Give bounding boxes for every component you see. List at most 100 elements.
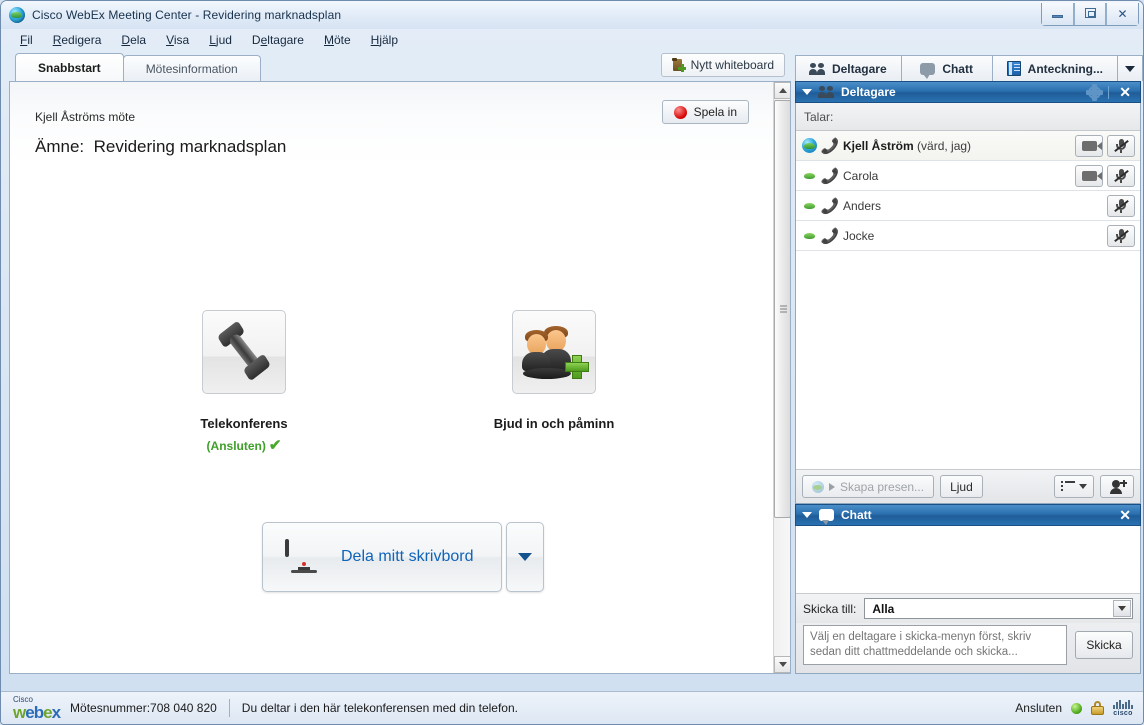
menu-item-dela[interactable]: Dela xyxy=(112,31,155,49)
notes-icon xyxy=(1006,61,1021,76)
panel-tab-anteckningar-label: Anteckning... xyxy=(1027,61,1103,76)
add-participant-button[interactable] xyxy=(1100,475,1134,498)
menu-item-fil[interactable]: Fil xyxy=(11,31,42,49)
globe-icon xyxy=(812,480,824,493)
participant-actions xyxy=(1075,164,1140,187)
minimize-button[interactable] xyxy=(1042,3,1074,25)
tab-motesinformation[interactable]: Mötesinformation xyxy=(122,55,261,81)
meeting-topic-label: Ämne: xyxy=(35,137,85,156)
tile-bjud-in[interactable]: Bjud in och påminn xyxy=(454,310,654,431)
globe-icon-placeholder xyxy=(802,228,817,243)
meeting-number: Mötesnummer:708 040 820 xyxy=(70,701,217,715)
list-view-button[interactable] xyxy=(1054,475,1094,498)
panel-tab-deltagare[interactable]: Deltagare xyxy=(794,55,902,81)
phone-icon: 📞 xyxy=(820,167,840,185)
lock-icon xyxy=(1091,701,1104,715)
window-controls[interactable]: ✕ xyxy=(1041,3,1139,26)
tile-telekonferens-label: Telekonferens xyxy=(200,416,288,431)
panel-tab-chatt-label: Chatt xyxy=(942,61,973,76)
chat-input-row: Skicka xyxy=(796,623,1140,673)
divider xyxy=(228,699,230,717)
chat-send-to-label: Skicka till: xyxy=(803,601,857,616)
scroll-thumb[interactable] xyxy=(774,100,790,518)
tile-telekonferens-status-text: (Ansluten) xyxy=(206,439,266,453)
gear-icon[interactable] xyxy=(1086,83,1104,101)
mute-icon-button[interactable] xyxy=(1107,134,1135,157)
participant-actions xyxy=(1107,224,1140,247)
menu-item-visa[interactable]: Visa xyxy=(157,31,198,49)
send-button[interactable]: Skicka xyxy=(1075,631,1133,659)
arrow-right-icon xyxy=(829,482,835,491)
make-presenter-label: Skapa presen... xyxy=(840,479,925,494)
people-icon xyxy=(808,62,825,75)
audio-button[interactable]: Ljud xyxy=(940,475,983,498)
content-scrollbar[interactable] xyxy=(773,82,790,673)
collapse-triangle-icon[interactable] xyxy=(802,89,812,95)
chat-panel: Skicka till: Alla Skicka xyxy=(795,526,1141,674)
menu-item-ljud[interactable]: Ljud xyxy=(200,31,241,49)
participant-actions xyxy=(1075,134,1140,157)
participants-toolbar: Skapa presen... Ljud xyxy=(796,469,1140,503)
window-title: Cisco WebEx Meeting Center - Revidering … xyxy=(32,8,342,22)
participants-list[interactable]: 📞 Kjell Åström (värd, jag) 📞 Carola 📞 An… xyxy=(796,131,1140,469)
chat-recipient-value: Alla xyxy=(872,601,895,616)
phone-icon: 📞 xyxy=(820,197,840,215)
video-icon-button[interactable] xyxy=(1075,134,1103,157)
participant-row-jocke[interactable]: 📞 Jocke xyxy=(796,221,1140,251)
quickstart-content: Kjell Åströms möte Ämne: Revidering mark… xyxy=(10,82,773,673)
chevron-down-icon[interactable] xyxy=(1113,600,1131,617)
new-whiteboard-button[interactable]: Nytt whiteboard xyxy=(660,53,785,77)
menu-item-deltagare[interactable]: Deltagare xyxy=(243,31,313,49)
participant-row-carola[interactable]: 📞 Carola xyxy=(796,161,1140,191)
participant-name: Anders xyxy=(843,199,1107,213)
participant-row-anders[interactable]: 📞 Anders xyxy=(796,191,1140,221)
new-whiteboard-icon xyxy=(671,58,686,72)
speaking-label: Talar: xyxy=(796,103,1140,131)
panel-tab-overflow-button[interactable] xyxy=(1117,55,1143,81)
mute-icon-button[interactable] xyxy=(1107,224,1135,247)
tab-snabbstart[interactable]: Snabbstart xyxy=(15,53,124,81)
mute-icon-button[interactable] xyxy=(1107,164,1135,187)
tile-telekonferens[interactable]: Telekonferens (Ansluten) ✔ xyxy=(144,310,344,454)
tile-telekonferens-status: (Ansluten) ✔ xyxy=(144,436,344,454)
make-presenter-button[interactable]: Skapa presen... xyxy=(802,475,935,498)
menu-bar[interactable]: Fil Redigera Dela Visa Ljud Deltagare Mö… xyxy=(1,29,1143,51)
panel-tab-anteckningar[interactable]: Anteckning... xyxy=(991,55,1118,81)
maximize-button[interactable] xyxy=(1074,3,1106,25)
invite-people-icon xyxy=(512,310,596,394)
share-my-desktop-button[interactable]: Dela mitt skrivbord xyxy=(262,522,502,592)
panel-tab-strip: Deltagare Chatt Anteckning... xyxy=(794,53,1143,81)
share-my-desktop-label: Dela mitt skrivbord xyxy=(341,548,474,565)
tile-bjud-in-label: Bjud in och påminn xyxy=(493,416,615,431)
add-participant-icon xyxy=(1109,479,1125,494)
collapse-triangle-icon[interactable] xyxy=(802,512,812,518)
record-button[interactable]: Spela in xyxy=(661,100,749,124)
microphone-muted-icon xyxy=(1114,198,1129,213)
microphone-muted-icon xyxy=(1114,168,1129,183)
menu-item-redigera[interactable]: Redigera xyxy=(44,31,111,49)
participant-role-text: (värd, jag) xyxy=(917,138,972,153)
panel-tab-chatt[interactable]: Chatt xyxy=(900,55,993,81)
record-button-label: Spela in xyxy=(693,105,737,119)
chat-message-input[interactable] xyxy=(803,625,1067,665)
chat-recipient-select[interactable]: Alla xyxy=(864,598,1133,619)
chat-message-log xyxy=(796,526,1140,593)
people-icon xyxy=(818,86,834,98)
video-icon-button[interactable] xyxy=(1075,164,1103,187)
close-icon[interactable]: ✕ xyxy=(1116,508,1134,522)
close-icon[interactable]: ✕ xyxy=(1116,85,1134,99)
meeting-topic-value: Revidering marknadsplan xyxy=(93,137,287,156)
menu-item-mote[interactable]: Möte xyxy=(315,31,360,49)
scroll-down-button[interactable] xyxy=(774,656,790,673)
scroll-up-button[interactable] xyxy=(774,82,790,99)
connection-status: Ansluten xyxy=(1015,701,1062,715)
share-desktop-dropdown-button[interactable] xyxy=(506,522,544,592)
chevron-down-icon xyxy=(1125,65,1135,72)
menu-item-hjalp[interactable]: Hjälp xyxy=(362,31,407,49)
status-bar: Cisco webex Mötesnummer:708 040 820 Du d… xyxy=(1,691,1143,724)
list-view-icon xyxy=(1061,481,1075,492)
audio-label: Ljud xyxy=(950,479,973,494)
mute-icon-button[interactable] xyxy=(1107,194,1135,217)
close-button[interactable]: ✕ xyxy=(1106,3,1138,25)
participant-row-kjell[interactable]: 📞 Kjell Åström (värd, jag) xyxy=(796,131,1140,161)
